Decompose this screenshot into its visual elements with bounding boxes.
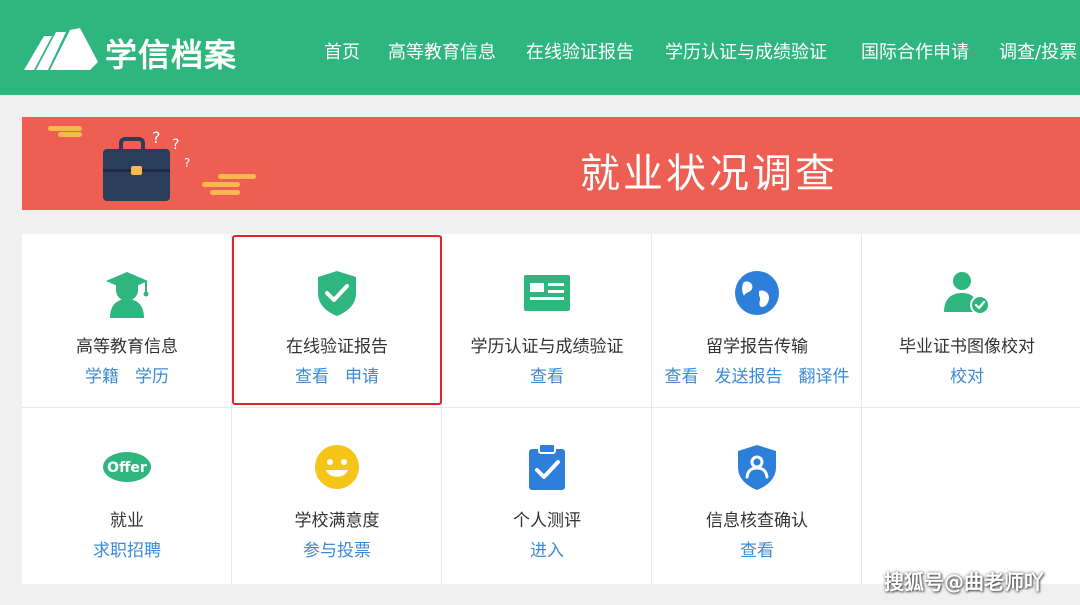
view-link[interactable]: 查看 bbox=[530, 367, 564, 387]
empty-cell bbox=[862, 408, 1080, 584]
service-personal-assessment: 个人测评 进入 bbox=[442, 408, 652, 584]
service-links: 查看 bbox=[652, 536, 862, 561]
banner-title: 就业状况调查 bbox=[580, 151, 838, 197]
service-higher-education: 高等教育信息 学籍 学历 bbox=[22, 234, 232, 408]
service-study-abroad-report: 留学报告传输 查看 发送报告 翻译件 bbox=[652, 234, 862, 408]
service-school-satisfaction: 学校满意度 参与投票 bbox=[232, 408, 442, 584]
service-links: 进入 bbox=[442, 536, 652, 561]
id-card-icon bbox=[522, 268, 572, 318]
nav-item-online-verification[interactable]: 在线验证报告 bbox=[526, 38, 634, 64]
translation-link[interactable]: 翻译件 bbox=[799, 367, 850, 387]
service-links: 查看 申请 bbox=[232, 362, 442, 387]
service-links: 查看 发送报告 翻译件 bbox=[652, 362, 862, 387]
service-grid: 高等教育信息 学籍 学历 在线验证报告 查看 申请 学历认证与成绩验证 查看 留… bbox=[22, 234, 1080, 584]
service-title: 信息核查确认 bbox=[706, 511, 808, 531]
shield-check-icon bbox=[312, 268, 362, 318]
proofread-link[interactable]: 校对 bbox=[950, 367, 984, 387]
globe-icon bbox=[732, 268, 782, 318]
clipboard-check-icon bbox=[522, 442, 572, 492]
service-title: 高等教育信息 bbox=[76, 337, 178, 357]
service-title: 留学报告传输 bbox=[706, 337, 808, 357]
service-title: 学校满意度 bbox=[294, 511, 380, 531]
degree-link[interactable]: 学历 bbox=[135, 367, 169, 387]
service-links: 求职招聘 bbox=[22, 536, 232, 561]
svg-text:?: ? bbox=[184, 156, 190, 170]
survey-banner[interactable]: ? ? ? 就业状况调查 bbox=[22, 117, 1080, 210]
service-title: 学历认证与成绩验证 bbox=[470, 337, 624, 357]
service-diploma-image-check: 毕业证书图像校对 校对 bbox=[862, 234, 1080, 408]
offer-icon: Offer bbox=[102, 442, 152, 492]
top-navbar: 学信档案 首页 高等教育信息 在线验证报告 学历认证与成绩验证 国际合作申请 调… bbox=[0, 0, 1080, 95]
job-search-link[interactable]: 求职招聘 bbox=[93, 541, 161, 561]
nav-item-home[interactable]: 首页 bbox=[324, 38, 360, 64]
service-title: 个人测评 bbox=[513, 511, 581, 531]
smiley-icon bbox=[312, 442, 362, 492]
briefcase-illustration: ? ? ? bbox=[48, 126, 256, 201]
nav-item-higher-education[interactable]: 高等教育信息 bbox=[388, 38, 496, 64]
service-links: 查看 bbox=[442, 362, 652, 387]
service-links: 学籍 学历 bbox=[22, 362, 232, 387]
svg-text:?: ? bbox=[172, 137, 179, 153]
graduate-icon bbox=[102, 268, 152, 318]
service-online-verification: 在线验证报告 查看 申请 bbox=[232, 234, 442, 408]
enter-link[interactable]: 进入 bbox=[530, 541, 564, 561]
main-nav: 首页 高等教育信息 在线验证报告 学历认证与成绩验证 国际合作申请 调查/投票 bbox=[0, 38, 1080, 64]
offer-icon-text: Offer bbox=[107, 460, 147, 476]
service-title: 在线验证报告 bbox=[286, 337, 388, 357]
watermark: 搜狐号@曲老师吖 bbox=[884, 570, 1044, 594]
view-link[interactable]: 查看 bbox=[295, 367, 329, 387]
send-report-link[interactable]: 发送报告 bbox=[715, 367, 783, 387]
service-links: 校对 bbox=[862, 362, 1072, 387]
student-status-link[interactable]: 学籍 bbox=[85, 367, 119, 387]
vote-link[interactable]: 参与投票 bbox=[303, 541, 371, 561]
nav-item-degree-certification[interactable]: 学历认证与成绩验证 bbox=[665, 38, 827, 64]
service-employment: Offer 就业 求职招聘 bbox=[22, 408, 232, 584]
service-title: 毕业证书图像校对 bbox=[899, 337, 1035, 357]
nav-item-international[interactable]: 国际合作申请 bbox=[861, 38, 969, 64]
nav-item-survey-vote[interactable]: 调查/投票 bbox=[999, 38, 1077, 64]
svg-text:?: ? bbox=[152, 128, 161, 147]
view-link[interactable]: 查看 bbox=[665, 367, 699, 387]
view-link[interactable]: 查看 bbox=[740, 541, 774, 561]
service-degree-certification: 学历认证与成绩验证 查看 bbox=[442, 234, 652, 408]
service-title: 就业 bbox=[110, 511, 144, 531]
shield-user-icon bbox=[732, 442, 782, 492]
user-check-icon bbox=[942, 268, 992, 318]
service-info-verification: 信息核查确认 查看 bbox=[652, 408, 862, 584]
service-links: 参与投票 bbox=[232, 536, 442, 561]
apply-link[interactable]: 申请 bbox=[345, 367, 379, 387]
